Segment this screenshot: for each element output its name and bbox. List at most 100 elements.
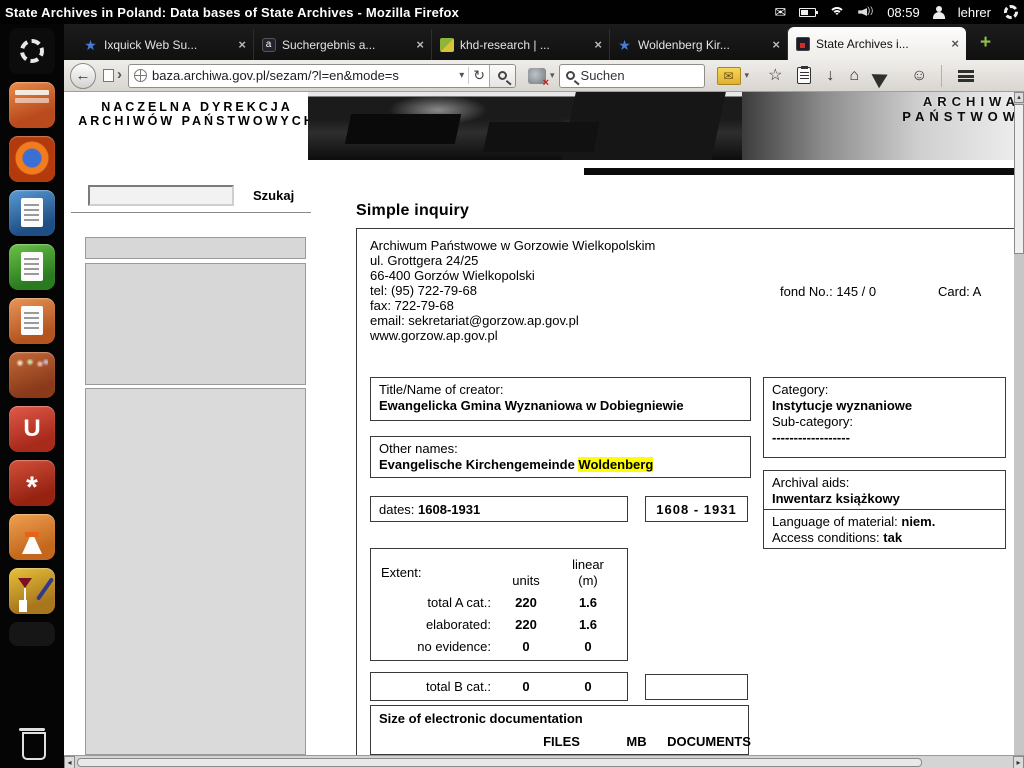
tab-woldenberg[interactable]: ★ Woldenberg Kir... ×	[610, 29, 788, 60]
go-search-button[interactable]	[489, 65, 515, 87]
language-value: niem.	[901, 514, 935, 529]
tab-khd-research[interactable]: khd-research | ... ×	[432, 29, 610, 60]
vlc-icon[interactable]	[9, 514, 55, 560]
extent-row-linear: 1.6	[557, 617, 619, 633]
send-pointer-icon[interactable]	[872, 63, 899, 87]
downloadhelper-dropdown-icon[interactable]: ▾	[550, 70, 555, 81]
tab-close-icon[interactable]: ×	[951, 36, 959, 51]
feedback-smiley-icon[interactable]: ☺	[911, 68, 927, 84]
tab-ixquick[interactable]: ★ Ixquick Web Su... ×	[76, 29, 254, 60]
inactive-app-icon[interactable]	[9, 622, 55, 646]
ubuntu-one-icon[interactable]: U	[9, 406, 55, 452]
extent-row-units: 220	[495, 595, 557, 611]
file-manager-icon[interactable]	[9, 82, 55, 128]
scroll-up-icon[interactable]: ▴	[1014, 92, 1024, 103]
tab-suchergebnis[interactable]: a Suchergebnis a... ×	[254, 29, 432, 60]
access-value: tak	[883, 530, 902, 545]
scroll-right-icon[interactable]: ▸	[1013, 756, 1024, 768]
bookmark-star-icon[interactable]: ☆	[768, 68, 782, 84]
home-icon[interactable]: ⌂	[849, 68, 859, 84]
menu-hamburger-icon[interactable]	[958, 70, 974, 82]
mail-dropdown-icon[interactable]: ▾	[745, 70, 750, 81]
total-b-label: total B cat.:	[377, 679, 495, 695]
site-identity-globe-icon[interactable]	[134, 69, 147, 82]
system-settings-icon[interactable]: *	[9, 460, 55, 506]
clock[interactable]: 08:59	[887, 5, 920, 20]
state-archives-favicon	[796, 37, 810, 51]
ixquick-favicon: ★	[83, 37, 98, 52]
wine-app-icon[interactable]	[9, 568, 55, 614]
page-icon	[103, 69, 114, 82]
horizontal-scroll-thumb[interactable]	[77, 758, 922, 767]
search-bar[interactable]: Suchen	[559, 64, 705, 88]
tab-bar: ★ Ixquick Web Su... × a Suchergebnis a..…	[64, 24, 1024, 60]
archive-name: Archiwum Państwowe w Gorzowie Wielkopols…	[370, 238, 655, 253]
mail-indicator-icon[interactable]: ✉	[774, 5, 786, 19]
files-header: FILES	[514, 734, 609, 750]
software-center-icon[interactable]	[9, 352, 55, 398]
suchergebnis-favicon: a	[262, 38, 276, 52]
total-b-units: 0	[495, 679, 557, 695]
back-button[interactable]: ←	[70, 63, 96, 89]
other-names-label: Other names:	[379, 441, 742, 457]
vertical-scrollbar[interactable]: ▴	[1014, 92, 1024, 755]
url-bar[interactable]: baza.archiwa.gov.pl/sezam/?l=en&mode=s ▾…	[128, 64, 516, 88]
spacer	[379, 734, 514, 750]
divider	[71, 212, 311, 213]
language-line: Language of material: niem.	[772, 514, 997, 530]
electronic-doc-box: Size of electronic documentation FILES M…	[370, 705, 749, 755]
aids-value: Inwentarz książkowy	[772, 491, 997, 507]
dates-box: dates: 1608-1931	[370, 496, 628, 522]
extent-row-label: total A cat.:	[377, 595, 495, 611]
bookmarks-menu-icon[interactable]	[797, 67, 811, 84]
horizontal-scrollbar[interactable]: ◂ ▸	[64, 755, 1024, 768]
downloads-icon[interactable]: ↓	[826, 68, 834, 84]
search-engine-text[interactable]: Suchen	[581, 68, 625, 83]
archive-tel: tel: (95) 722-79-68	[370, 283, 655, 298]
banner-photo	[308, 92, 742, 160]
tab-close-icon[interactable]: ×	[238, 37, 246, 52]
card-label: Card: A	[938, 284, 981, 299]
reload-icon[interactable]: ↻	[468, 67, 489, 84]
wifi-icon[interactable]	[829, 7, 845, 18]
archive-search-input[interactable]	[88, 185, 234, 206]
battery-icon[interactable]	[799, 8, 816, 17]
dash-home-icon[interactable]	[9, 28, 55, 74]
trash-icon[interactable]	[9, 718, 55, 764]
szukaj-button[interactable]: Szukaj	[253, 188, 294, 203]
documents-header: DOCUMENTS	[664, 734, 754, 750]
archive-address: Archiwum Państwowe w Gorzowie Wielkopols…	[370, 238, 655, 343]
volume-icon[interactable]	[858, 6, 874, 18]
page-content: NACZELNA DYREKCJA ARCHIWÓW PAŃSTWOWYCH A…	[64, 92, 1024, 755]
libreoffice-writer-icon[interactable]	[9, 190, 55, 236]
extent-row-linear: 1.6	[557, 595, 619, 611]
sidebar-menu-header	[85, 237, 306, 259]
session-gear-icon[interactable]	[1004, 5, 1018, 19]
libreoffice-calc-icon[interactable]	[9, 244, 55, 290]
user-icon[interactable]	[933, 6, 945, 19]
tab-close-icon[interactable]: ×	[772, 37, 780, 52]
forward-button[interactable]: ›	[117, 66, 122, 83]
downloadhelper-icon[interactable]	[528, 68, 546, 84]
tab-close-icon[interactable]: ×	[594, 37, 602, 52]
sidebar-menu-area	[85, 388, 306, 755]
category-value: Instytucje wyznaniowe	[772, 398, 997, 414]
new-tab-button[interactable]: +	[980, 32, 991, 54]
archive-city: 66-400 Gorzów Wielkopolski	[370, 268, 655, 283]
creator-box: Title/Name of creator: Ewangelicka Gmina…	[370, 377, 751, 421]
username[interactable]: lehrer	[958, 5, 991, 20]
url-dropdown-icon[interactable]: ▾	[455, 70, 468, 81]
window-title: State Archives in Poland: Data bases of …	[5, 5, 459, 20]
category-box: Category: Instytucje wyznaniowe Sub-cate…	[763, 377, 1006, 458]
tab-close-icon[interactable]: ×	[416, 37, 424, 52]
tab-state-archives[interactable]: State Archives i... ×	[788, 27, 966, 60]
libreoffice-impress-icon[interactable]	[9, 298, 55, 344]
scroll-left-icon[interactable]: ◂	[64, 756, 75, 768]
archive-street: ul. Grottgera 24/25	[370, 253, 655, 268]
subcategory-value: ------------------	[772, 430, 997, 446]
creator-value: Ewangelicka Gmina Wyznaniowa w Dobiegnie…	[379, 398, 742, 414]
firefox-icon[interactable]	[9, 136, 55, 182]
mail-extension-icon[interactable]: ✉	[717, 67, 741, 85]
vertical-scroll-thumb[interactable]	[1014, 104, 1024, 254]
url-text[interactable]: baza.archiwa.gov.pl/sezam/?l=en&mode=s	[152, 68, 455, 83]
